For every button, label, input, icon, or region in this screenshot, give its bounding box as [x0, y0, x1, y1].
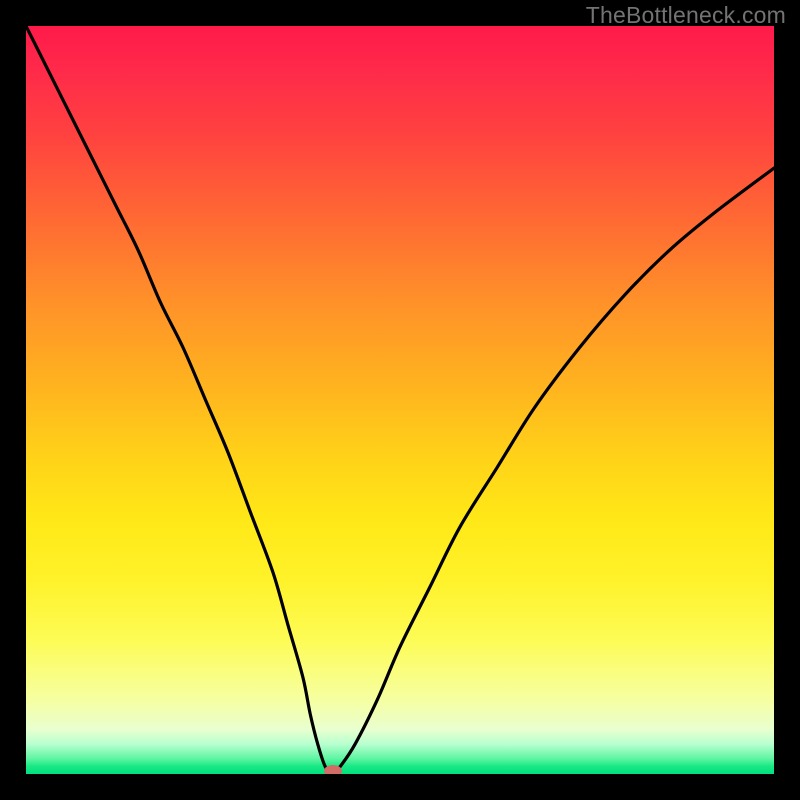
bottleneck-curve	[26, 26, 774, 774]
optimal-point-marker	[324, 765, 342, 774]
watermark-text: TheBottleneck.com	[586, 2, 786, 29]
plot-area	[26, 26, 774, 774]
chart-frame: TheBottleneck.com	[0, 0, 800, 800]
